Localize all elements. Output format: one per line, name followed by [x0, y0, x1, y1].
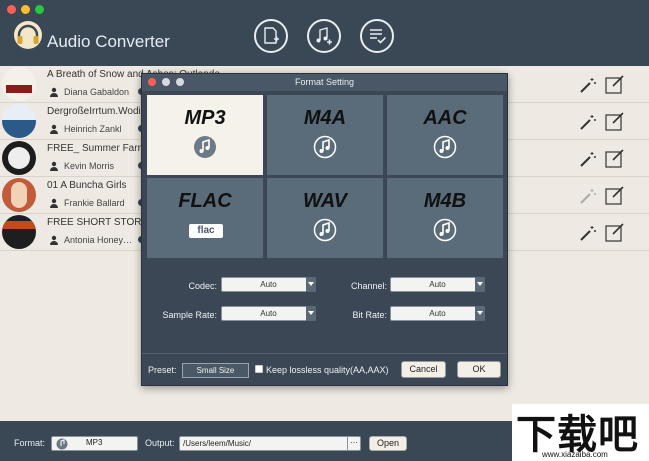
- app-window: Audio Converter A Breath of Snow and Ash…: [0, 0, 649, 461]
- preset-field[interactable]: Small Size: [182, 363, 249, 378]
- lossless-checkbox[interactable]: [255, 365, 263, 373]
- add-music-icon: [316, 27, 332, 45]
- edit-icon[interactable]: [605, 223, 625, 242]
- dialog-title: Format Setting: [294, 77, 355, 87]
- channel-select[interactable]: Auto: [390, 277, 485, 292]
- lossless-label: Keep lossless quality(AA,AAX): [266, 365, 389, 375]
- sample-rate-select[interactable]: Auto: [221, 306, 316, 321]
- maximize-window-button[interactable]: [35, 5, 44, 14]
- output-path-value: /Users/leem/Music/: [183, 439, 252, 448]
- format-tile-aac[interactable]: AAC: [387, 95, 503, 175]
- person-icon: [50, 235, 58, 245]
- book-title: FREE SHORT STORY_: [47, 217, 154, 228]
- output-path-field[interactable]: /Users/leem/Music/ ···: [179, 436, 361, 451]
- edit-icon[interactable]: [605, 149, 625, 168]
- book-cover: [2, 215, 36, 249]
- book-title: DergroßeIrrtum.Wodie: [47, 106, 147, 117]
- edit-icon[interactable]: [605, 75, 625, 94]
- channel-label: Channel:: [350, 281, 387, 291]
- flac-badge-icon: flac: [189, 224, 223, 238]
- book-author: Frankie Ballard: [64, 198, 125, 208]
- format-name: M4A: [303, 107, 347, 129]
- format-name: WAV: [302, 190, 348, 212]
- chevron-down-icon: [306, 306, 316, 321]
- book-author: Kevin Morris: [64, 161, 115, 171]
- format-label: Format:: [14, 438, 46, 448]
- book-cover: [2, 178, 36, 212]
- magic-wand-icon[interactable]: [579, 114, 597, 130]
- bit-rate-label: Bit Rate:: [352, 310, 387, 320]
- output-label: Output:: [145, 438, 175, 448]
- add-music-button[interactable]: [307, 19, 341, 53]
- browse-button[interactable]: ···: [347, 436, 360, 451]
- edit-icon[interactable]: [605, 186, 625, 205]
- book-title: 01 A Buncha Girls: [47, 180, 127, 191]
- book-author: Antonia Honey…: [64, 235, 133, 245]
- book-author: Diana Gabaldon: [64, 87, 130, 97]
- music-note-icon: [313, 135, 337, 159]
- ok-button[interactable]: OK: [457, 361, 501, 378]
- app-title: Audio Converter: [47, 32, 170, 51]
- music-note-icon: [433, 218, 457, 242]
- music-note-icon: [194, 136, 216, 158]
- add-file-icon: [264, 27, 279, 44]
- sample-rate-label: Sample Rate:: [162, 310, 217, 320]
- music-note-icon: [433, 135, 457, 159]
- format-name: M4B: [423, 190, 467, 212]
- magic-wand-icon[interactable]: [579, 77, 597, 93]
- bit-rate-value: Auto: [429, 309, 446, 318]
- person-icon: [50, 198, 58, 208]
- format-value: MP3: [86, 438, 103, 447]
- format-tile-mp3[interactable]: MP3: [147, 95, 263, 175]
- sample-rate-value: Auto: [260, 309, 277, 318]
- checklist-icon: [370, 29, 386, 44]
- person-icon: [50, 161, 58, 171]
- format-select[interactable]: MP3: [51, 436, 138, 451]
- watermark-url: www.xiazaiba.com: [542, 450, 608, 459]
- watermark-logo: 下载吧 www.xiazaiba.com: [512, 404, 649, 461]
- music-note-icon: [313, 218, 337, 242]
- chevron-down-icon: [475, 306, 485, 321]
- headphones-logo-icon: [14, 21, 42, 49]
- bit-rate-select[interactable]: Auto: [390, 306, 485, 321]
- magic-wand-icon[interactable]: [579, 225, 597, 241]
- format-tile-m4a[interactable]: M4A: [267, 95, 383, 175]
- person-icon: [50, 87, 58, 97]
- close-window-button[interactable]: [7, 5, 16, 14]
- book-author: Heinrich Zankl: [64, 124, 122, 134]
- dialog-titlebar: Format Setting: [142, 74, 507, 91]
- format-name: AAC: [423, 107, 467, 129]
- book-cover: [2, 104, 36, 138]
- convert-list-button[interactable]: [360, 19, 394, 53]
- format-setting-dialog: Format Setting MP3 M4A AAC FLAC flac WAV…: [141, 73, 508, 386]
- preset-label: Preset:: [148, 365, 177, 375]
- book-cover: [2, 141, 36, 175]
- codec-value: Auto: [260, 280, 277, 289]
- add-file-button[interactable]: [254, 19, 288, 53]
- magic-wand-icon[interactable]: [579, 188, 597, 204]
- codec-label: Codec:: [188, 281, 217, 291]
- format-name: FLAC: [178, 190, 232, 212]
- codec-select[interactable]: Auto: [221, 277, 316, 292]
- format-tile-wav[interactable]: WAV: [267, 178, 383, 258]
- divider: [142, 353, 507, 354]
- person-icon: [50, 124, 58, 134]
- cancel-button[interactable]: Cancel: [401, 361, 446, 378]
- chevron-down-icon: [306, 277, 316, 292]
- book-cover: [2, 67, 36, 101]
- music-note-icon: [56, 438, 68, 450]
- book-title: FREE_ Summer Farmer: [47, 143, 155, 154]
- bottom-bar: Format: MP3 Output: /Users/leem/Music/ ·…: [0, 421, 512, 461]
- app-header: Audio Converter: [0, 0, 649, 66]
- magic-wand-icon[interactable]: [579, 151, 597, 167]
- minimize-window-button[interactable]: [21, 5, 30, 14]
- edit-icon[interactable]: [605, 112, 625, 131]
- format-tile-m4b[interactable]: M4B: [387, 178, 503, 258]
- format-tile-flac[interactable]: FLAC flac: [147, 178, 263, 258]
- format-name: MP3: [184, 107, 226, 129]
- open-button[interactable]: Open: [369, 436, 407, 451]
- channel-value: Auto: [429, 280, 446, 289]
- chevron-down-icon: [475, 277, 485, 292]
